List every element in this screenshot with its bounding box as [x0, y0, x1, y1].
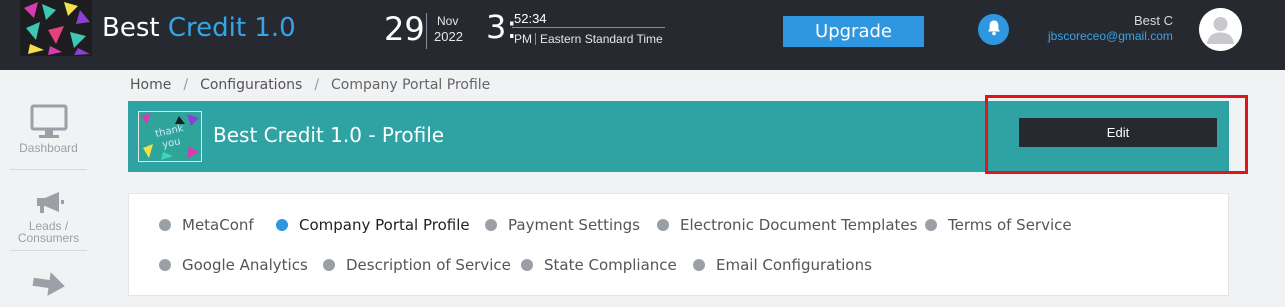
date-year: 2022: [434, 29, 463, 44]
tab-label: Description of Service: [346, 256, 511, 274]
sidebar-item-label: Dashboard: [19, 141, 78, 155]
breadcrumb: Home / Configurations / Company Portal Profi…: [130, 77, 490, 93]
config-tabs-card: MetaConf Company Portal Profile Payment …: [128, 193, 1229, 296]
tab-label: Terms of Service: [948, 216, 1072, 234]
user-avatar-icon: [1199, 8, 1242, 51]
tab-dot: [693, 259, 705, 271]
tab-label: Email Configurations: [716, 256, 872, 274]
bell-icon: [986, 19, 1002, 41]
sidebar-item-arrow[interactable]: [10, 268, 87, 303]
breadcrumb-home[interactable]: Home: [130, 77, 171, 93]
tab-description-of-service[interactable]: Description of Service: [323, 256, 511, 274]
app-title-main: Best: [102, 13, 160, 43]
megaphone-icon: [10, 190, 87, 220]
tab-dot-active: [276, 219, 288, 231]
sidebar-item-leads-consumers[interactable]: Leads / Consumers: [10, 190, 87, 244]
user-email[interactable]: jbscoreceo@gmail.com: [1048, 29, 1173, 43]
breadcrumb-configurations[interactable]: Configurations: [200, 77, 302, 93]
tab-label: MetaConf: [182, 216, 254, 234]
tab-company-portal-profile[interactable]: Company Portal Profile: [276, 216, 470, 234]
tab-label: Payment Settings: [508, 216, 640, 234]
tab-label: Google Analytics: [182, 256, 308, 274]
notifications-button[interactable]: [978, 14, 1009, 45]
monitor-icon: [10, 104, 87, 142]
sidebar-divider: [10, 169, 87, 170]
upgrade-button[interactable]: Upgrade: [783, 16, 924, 47]
time-divider: [512, 27, 665, 28]
sidebar-item-dashboard[interactable]: Dashboard: [10, 104, 87, 154]
date-month: Nov: [437, 14, 459, 28]
time-ampm: PM: [514, 32, 532, 46]
time-minutes-seconds: 52:34: [514, 11, 547, 26]
tab-dot: [521, 259, 533, 271]
top-bar: Best Credit 1.0 29 Nov 2022 3: 52:34 PM …: [0, 0, 1285, 70]
company-logo-thumbnail: thank you: [138, 111, 202, 162]
tab-label: Electronic Document Templates: [680, 216, 918, 234]
tab-electronic-document-templates[interactable]: Electronic Document Templates: [657, 216, 917, 234]
sidebar-item-label-line2: Consumers: [17, 231, 80, 245]
tab-terms-of-service[interactable]: Terms of Service: [925, 216, 1072, 234]
sidebar-divider: [10, 250, 87, 251]
arrow-right-icon: [10, 268, 87, 303]
tab-dot: [323, 259, 335, 271]
tab-dot: [925, 219, 937, 231]
timezone-divider: [535, 33, 536, 45]
app-logo[interactable]: [20, 0, 92, 56]
avatar[interactable]: [1199, 8, 1242, 51]
app-title-accent: Credit 1.0: [167, 13, 296, 43]
tab-google-analytics[interactable]: Google Analytics: [159, 256, 308, 274]
user-name[interactable]: Best C: [1134, 13, 1173, 28]
tab-state-compliance[interactable]: State Compliance: [521, 256, 677, 274]
breadcrumb-separator: /: [183, 77, 189, 93]
tab-label: State Compliance: [544, 256, 677, 274]
sidebar: Dashboard Leads / Consumers: [0, 70, 100, 307]
tab-email-configurations[interactable]: Email Configurations: [693, 256, 872, 274]
edit-highlight-box: [985, 95, 1248, 174]
tab-payment-settings[interactable]: Payment Settings: [485, 216, 640, 234]
tab-dot: [485, 219, 497, 231]
date-divider: [426, 13, 427, 49]
tab-label: Company Portal Profile: [299, 216, 470, 234]
tab-dot: [159, 219, 171, 231]
tab-dot: [657, 219, 669, 231]
timezone-label: Eastern Standard Time: [540, 32, 663, 46]
date-day: 29: [384, 10, 425, 48]
breadcrumb-separator: /: [314, 77, 320, 93]
app-title: Best Credit 1.0: [102, 13, 296, 43]
tab-metaconf[interactable]: MetaConf: [159, 216, 254, 234]
profile-title: Best Credit 1.0 - Profile: [213, 123, 445, 147]
tab-dot: [159, 259, 171, 271]
breadcrumb-current: Company Portal Profile: [331, 77, 491, 93]
